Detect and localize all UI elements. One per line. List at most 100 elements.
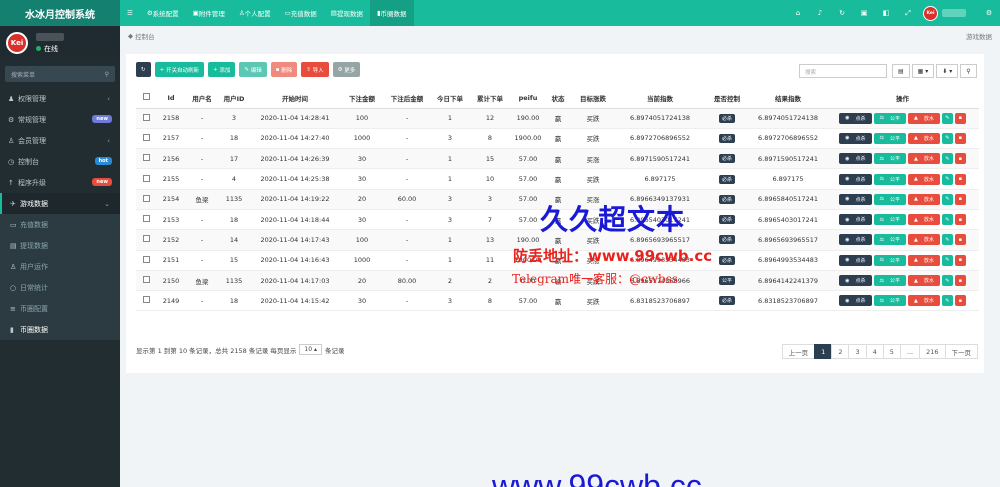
- top-avatar[interactable]: Kei: [923, 5, 938, 21]
- home-icon[interactable]: ⌂: [787, 9, 809, 17]
- row-checkbox[interactable]: [136, 270, 156, 292]
- kill-button[interactable]: ◉ 点杀: [839, 254, 872, 266]
- refresh-icon[interactable]: ↻: [831, 9, 853, 17]
- page-0[interactable]: 1: [814, 344, 833, 359]
- delete-row-icon[interactable]: ▪: [954, 275, 966, 287]
- settings-icon[interactable]: ⚙: [978, 9, 1000, 17]
- checkbox[interactable]: [142, 174, 150, 182]
- kill-button[interactable]: ◉ 点杀: [839, 193, 872, 205]
- sidebar-item-3[interactable]: ◷ 控制台 hot: [0, 151, 120, 172]
- edit-row-icon[interactable]: ✎: [941, 132, 953, 144]
- more-button[interactable]: ⚙ 更多: [332, 62, 361, 77]
- bell-icon[interactable]: ♪: [809, 9, 831, 17]
- edit-row-icon[interactable]: ✎: [941, 112, 953, 124]
- page-6[interactable]: 216: [919, 344, 946, 359]
- edit-row-icon[interactable]: ✎: [941, 295, 953, 307]
- sidebar-subitem-1[interactable]: ▤ 提现数据: [0, 235, 120, 256]
- edit-row-icon[interactable]: ✎: [941, 275, 953, 287]
- page-next[interactable]: 下一页: [944, 344, 978, 359]
- release-button[interactable]: ▲ 放水: [908, 153, 940, 165]
- fair-button[interactable]: ⚖ 公平: [873, 234, 906, 246]
- delete-row-icon[interactable]: ▪: [954, 132, 966, 144]
- sidebar-item-0[interactable]: ♟ 权限管理 ‹: [0, 88, 120, 109]
- column-header[interactable]: 用户名: [186, 88, 218, 109]
- release-button[interactable]: ▲ 放水: [908, 132, 940, 144]
- sidebar-subitem-5[interactable]: ▮ 币圈数据: [0, 319, 120, 340]
- delete-button[interactable]: ▪ 删除: [270, 62, 298, 77]
- sidebar-item-4[interactable]: ↑ 程序升级 new: [0, 172, 120, 193]
- row-checkbox[interactable]: [136, 229, 156, 251]
- checkbox[interactable]: [142, 296, 150, 304]
- import-button[interactable]: ⇧ 导入: [301, 62, 329, 77]
- row-checkbox[interactable]: [136, 108, 156, 129]
- add-button[interactable]: + 添加: [207, 62, 236, 77]
- page-3[interactable]: 4: [865, 344, 884, 359]
- column-header[interactable]: 是否控制: [704, 88, 750, 109]
- fair-button[interactable]: ⚖ 公平: [873, 193, 906, 205]
- tab-1[interactable]: ▣ 附件管理: [186, 0, 232, 26]
- sidebar-item-5[interactable]: ✈ 游戏数据 ⌄: [0, 193, 120, 214]
- column-header[interactable]: 下注后金额: [384, 88, 430, 109]
- tab-3[interactable]: ▭ 充值数据: [278, 0, 324, 26]
- delete-row-icon[interactable]: ▪: [954, 295, 966, 307]
- page-2[interactable]: 3: [848, 344, 867, 359]
- checkbox[interactable]: [142, 215, 150, 223]
- edit-row-icon[interactable]: ✎: [941, 153, 953, 165]
- checkbox[interactable]: [142, 113, 150, 121]
- row-checkbox[interactable]: [136, 168, 156, 190]
- fair-button[interactable]: ⚖ 公平: [873, 153, 906, 165]
- page-5[interactable]: ...: [899, 344, 921, 359]
- delete-row-icon[interactable]: ▪: [954, 234, 966, 246]
- checkbox[interactable]: [142, 276, 150, 284]
- column-header[interactable]: 操作: [826, 88, 979, 109]
- app-logo[interactable]: 水冰月控制系统: [0, 0, 120, 26]
- fullscreen-icon[interactable]: ⤢: [897, 9, 919, 18]
- column-header[interactable]: 结果指数: [750, 88, 826, 109]
- checkbox[interactable]: [142, 133, 150, 141]
- refresh-button[interactable]: ↻: [136, 62, 151, 77]
- edit-row-icon[interactable]: ✎: [941, 193, 953, 205]
- menu-search-input[interactable]: 搜索菜单 ⚲: [5, 66, 115, 82]
- toggle-autorefresh-button[interactable]: + 开关自动刷新: [154, 62, 204, 77]
- column-header[interactable]: 开始时间: [250, 88, 340, 109]
- tab-5[interactable]: ▮ 币圈数据: [369, 0, 414, 26]
- kill-button[interactable]: ◉ 点杀: [839, 153, 872, 165]
- edit-row-icon[interactable]: ✎: [941, 173, 953, 185]
- column-header[interactable]: Id: [156, 88, 186, 109]
- row-checkbox[interactable]: [136, 290, 156, 312]
- checkbox[interactable]: [142, 255, 150, 263]
- sidebar-subitem-3[interactable]: ○ 日常统计: [0, 277, 120, 298]
- release-button[interactable]: ▲ 放水: [908, 173, 940, 185]
- page-4[interactable]: 5: [882, 344, 901, 359]
- column-header[interactable]: 下注金额: [340, 88, 384, 109]
- delete-row-icon[interactable]: ▪: [954, 214, 966, 226]
- kill-button[interactable]: ◉ 点杀: [839, 132, 872, 144]
- delete-row-icon[interactable]: ▪: [954, 153, 966, 165]
- release-button[interactable]: ▲ 放水: [908, 214, 940, 226]
- column-header[interactable]: 今日下单: [430, 88, 470, 109]
- export-icon[interactable]: ⬇ ▾: [936, 64, 959, 78]
- fair-button[interactable]: ⚖ 公平: [873, 275, 906, 287]
- fair-button[interactable]: ⚖ 公平: [873, 112, 906, 124]
- fair-button[interactable]: ⚖ 公平: [873, 295, 906, 307]
- tab-2[interactable]: ♙ 个人配置: [232, 0, 278, 26]
- lock-icon[interactable]: ◧: [875, 9, 897, 17]
- sidebar-subitem-0[interactable]: ▭ 充值数据: [0, 214, 120, 235]
- delete-row-icon[interactable]: ▪: [954, 254, 966, 266]
- checkbox[interactable]: [142, 154, 150, 162]
- sidebar-toggle-icon[interactable]: ☰: [120, 0, 140, 26]
- kill-button[interactable]: ◉ 点杀: [839, 112, 872, 124]
- row-checkbox[interactable]: [136, 128, 156, 150]
- tab-0[interactable]: ⚙ 系统配置: [140, 0, 186, 26]
- kill-button[interactable]: ◉ 点杀: [839, 214, 872, 226]
- kill-button[interactable]: ◉ 点杀: [839, 295, 872, 307]
- delete-row-icon[interactable]: ▪: [954, 112, 966, 124]
- select-all-checkbox[interactable]: [136, 88, 156, 109]
- column-header[interactable]: 目标涨跌: [570, 88, 616, 109]
- fair-button[interactable]: ⚖ 公平: [873, 254, 906, 266]
- search-icon[interactable]: ⚲: [960, 64, 977, 78]
- toggle-view-icon[interactable]: ▤: [892, 64, 910, 78]
- column-header[interactable]: 状态: [546, 88, 570, 109]
- release-button[interactable]: ▲ 放水: [908, 193, 940, 205]
- edit-row-icon[interactable]: ✎: [941, 214, 953, 226]
